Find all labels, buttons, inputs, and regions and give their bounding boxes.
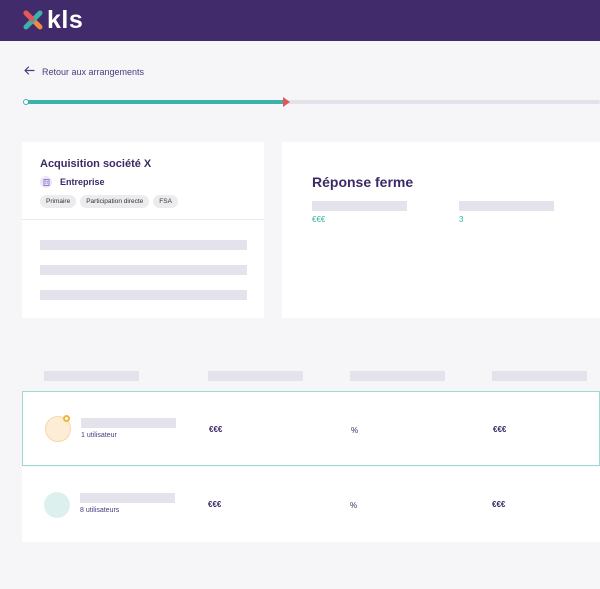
response-card: Réponse ferme €€€ 3: [282, 142, 600, 318]
column-header: [208, 371, 303, 381]
deal-title: Acquisition société X: [40, 158, 152, 170]
status-dot-icon: [63, 415, 70, 422]
row-amount: €€€: [208, 500, 222, 509]
arrow-left-icon: [24, 66, 42, 77]
entity-label: Entreprise: [40, 176, 105, 188]
response-count: 3: [459, 215, 464, 224]
placeholder-label: [312, 201, 407, 211]
progress-start-dot: [23, 99, 29, 105]
row-total: €€€: [493, 425, 507, 434]
row-percent: %: [350, 501, 358, 510]
row-users: 8 utilisateurs: [80, 507, 120, 514]
column-header: [492, 371, 587, 381]
tag-primaire: Primaire: [40, 195, 77, 208]
row-percent: %: [351, 426, 359, 435]
response-amount: €€€: [312, 215, 326, 224]
column-header: [350, 371, 445, 381]
progress-bar: [23, 97, 600, 107]
logo-mark-icon: [22, 9, 44, 31]
tag-fsa: FSA: [153, 195, 178, 208]
placeholder-label: [459, 201, 554, 211]
placeholder-line: [40, 240, 247, 250]
card-divider: [22, 219, 264, 220]
table-row[interactable]: 1 utilisateur €€€ % €€€: [22, 391, 600, 466]
progress-fill: [24, 100, 286, 104]
tag-participation-directe: Participation directe: [80, 195, 150, 208]
placeholder-line: [40, 265, 247, 275]
row-amount: €€€: [209, 425, 223, 434]
table-row[interactable]: 8 utilisateurs €€€ % €€€: [22, 467, 600, 542]
deal-card: Acquisition société X Entreprise Primair…: [22, 142, 264, 318]
progress-marker-icon: [283, 97, 290, 107]
top-bar: kls: [0, 0, 600, 41]
response-title: Réponse ferme: [312, 174, 414, 190]
row-total: €€€: [492, 500, 506, 509]
column-header: [44, 371, 139, 381]
tag-list: Primaire Participation directe FSA: [40, 195, 178, 208]
logo-text: kls: [47, 6, 84, 34]
row-name-placeholder: [80, 493, 175, 503]
row-name-placeholder: [81, 418, 176, 428]
entity-text: Entreprise: [60, 177, 105, 187]
placeholder-line: [40, 290, 247, 300]
avatar: [44, 492, 70, 518]
logo[interactable]: kls: [22, 7, 83, 33]
row-users: 1 utilisateur: [81, 432, 117, 439]
building-icon: [40, 176, 52, 188]
back-link[interactable]: Retour aux arrangements: [24, 66, 144, 77]
back-link-label: Retour aux arrangements: [42, 66, 145, 77]
